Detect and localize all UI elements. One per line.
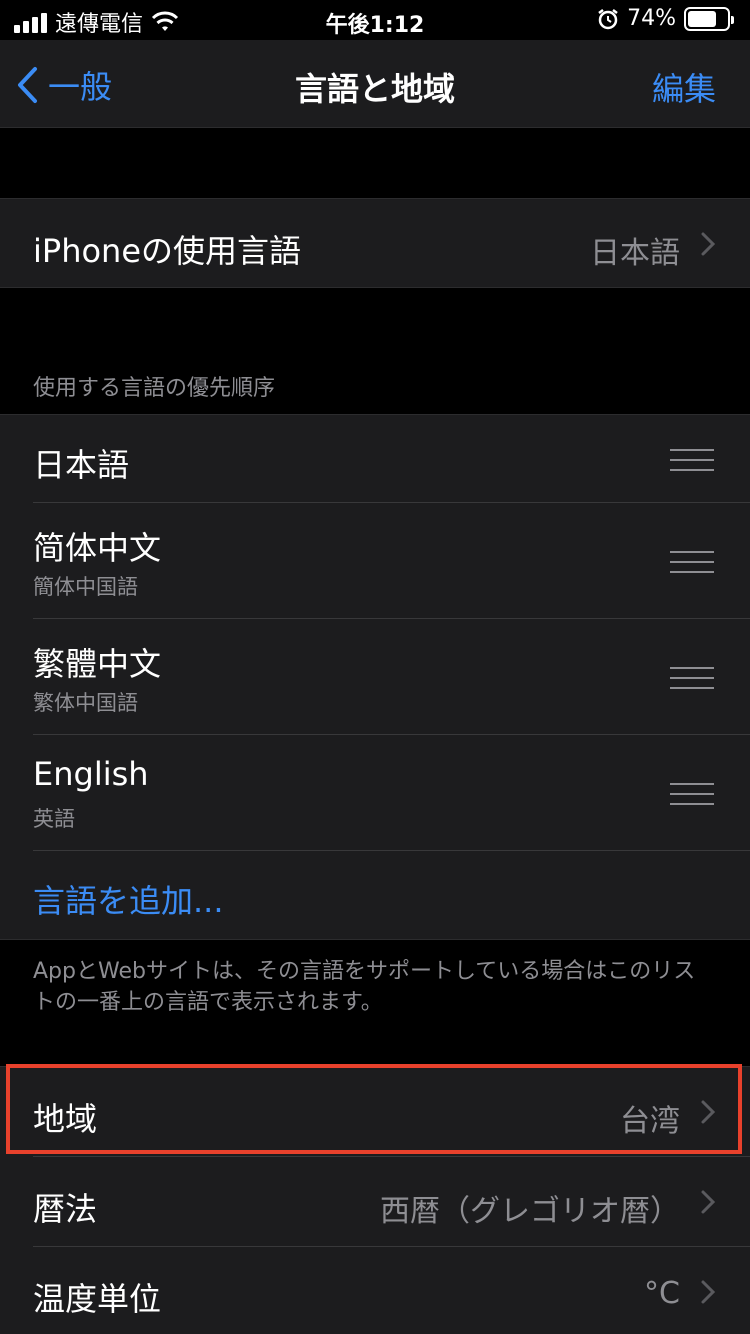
- language-subtitle: 英語: [33, 807, 75, 831]
- page-title: 言語と地域: [294, 70, 455, 108]
- iphone-language-value: 日本語: [590, 236, 680, 271]
- battery-percent: 74%: [627, 6, 676, 31]
- reorder-handle-icon[interactable]: [670, 783, 714, 813]
- add-language-row[interactable]: 言語を追加...: [0, 851, 750, 941]
- language-name: 繁體中文: [33, 645, 162, 683]
- reorder-handle-icon[interactable]: [670, 551, 714, 581]
- reorder-handle-icon[interactable]: [670, 667, 714, 697]
- chevron-right-icon: [701, 232, 716, 256]
- list-item[interactable]: 简体中文 簡体中国語: [0, 503, 750, 619]
- status-bar: 遠傳電信 午後1:12 74%: [0, 0, 750, 40]
- list-item[interactable]: 日本語: [0, 415, 750, 503]
- language-name: 简体中文: [33, 529, 162, 567]
- alarm-icon: [598, 8, 618, 29]
- calendar-label: 暦法: [33, 1190, 98, 1228]
- chevron-right-icon: [701, 1100, 716, 1124]
- iphone-language-row[interactable]: iPhoneの使用言語 日本語: [0, 199, 750, 289]
- region-value: 台湾: [620, 1104, 680, 1139]
- list-item[interactable]: English 英語: [0, 735, 750, 851]
- language-subtitle: 簡体中国語: [33, 575, 138, 599]
- iphone-language-group: iPhoneの使用言語 日本語: [0, 198, 750, 288]
- calendar-row[interactable]: 暦法 西暦（グレゴリオ暦）: [0, 1157, 750, 1247]
- temperature-label: 温度単位: [33, 1280, 162, 1318]
- edit-button[interactable]: 編集: [652, 64, 716, 110]
- status-right: 74%: [597, 6, 734, 31]
- region-settings-group: 地域 台湾 暦法 西暦（グレゴリオ暦） 温度単位 °C: [0, 1066, 750, 1334]
- preferred-languages-list: 日本語 简体中文 簡体中国語 繁體中文 繁体中国語 English 英語 言語を…: [0, 414, 750, 940]
- language-subtitle: 繁体中国語: [33, 691, 138, 715]
- language-name: English: [33, 755, 149, 793]
- list-item[interactable]: 繁體中文 繁体中国語: [0, 619, 750, 735]
- battery-icon: [684, 6, 734, 31]
- navigation-bar: 一般 言語と地域 編集: [0, 40, 750, 128]
- reorder-handle-icon[interactable]: [670, 449, 714, 479]
- battery-fill: [688, 10, 717, 27]
- preferred-languages-header: 使用する言語の優先順序: [33, 376, 276, 401]
- add-language-button[interactable]: 言語を追加...: [33, 876, 224, 922]
- region-label: 地域: [33, 1100, 98, 1138]
- chevron-right-icon: [701, 1280, 716, 1304]
- temperature-row[interactable]: 温度単位 °C: [0, 1247, 750, 1334]
- language-name: 日本語: [33, 446, 130, 484]
- iphone-language-label: iPhoneの使用言語: [33, 232, 302, 270]
- preferred-languages-footer: AppとWebサイトは、その言語をサポートしている場合はこのリストの一番上の言語…: [33, 959, 696, 1015]
- temperature-value: °C: [644, 1276, 680, 1311]
- region-row[interactable]: 地域 台湾: [0, 1067, 750, 1157]
- chevron-right-icon: [701, 1190, 716, 1214]
- calendar-value: 西暦（グレゴリオ暦）: [380, 1194, 680, 1229]
